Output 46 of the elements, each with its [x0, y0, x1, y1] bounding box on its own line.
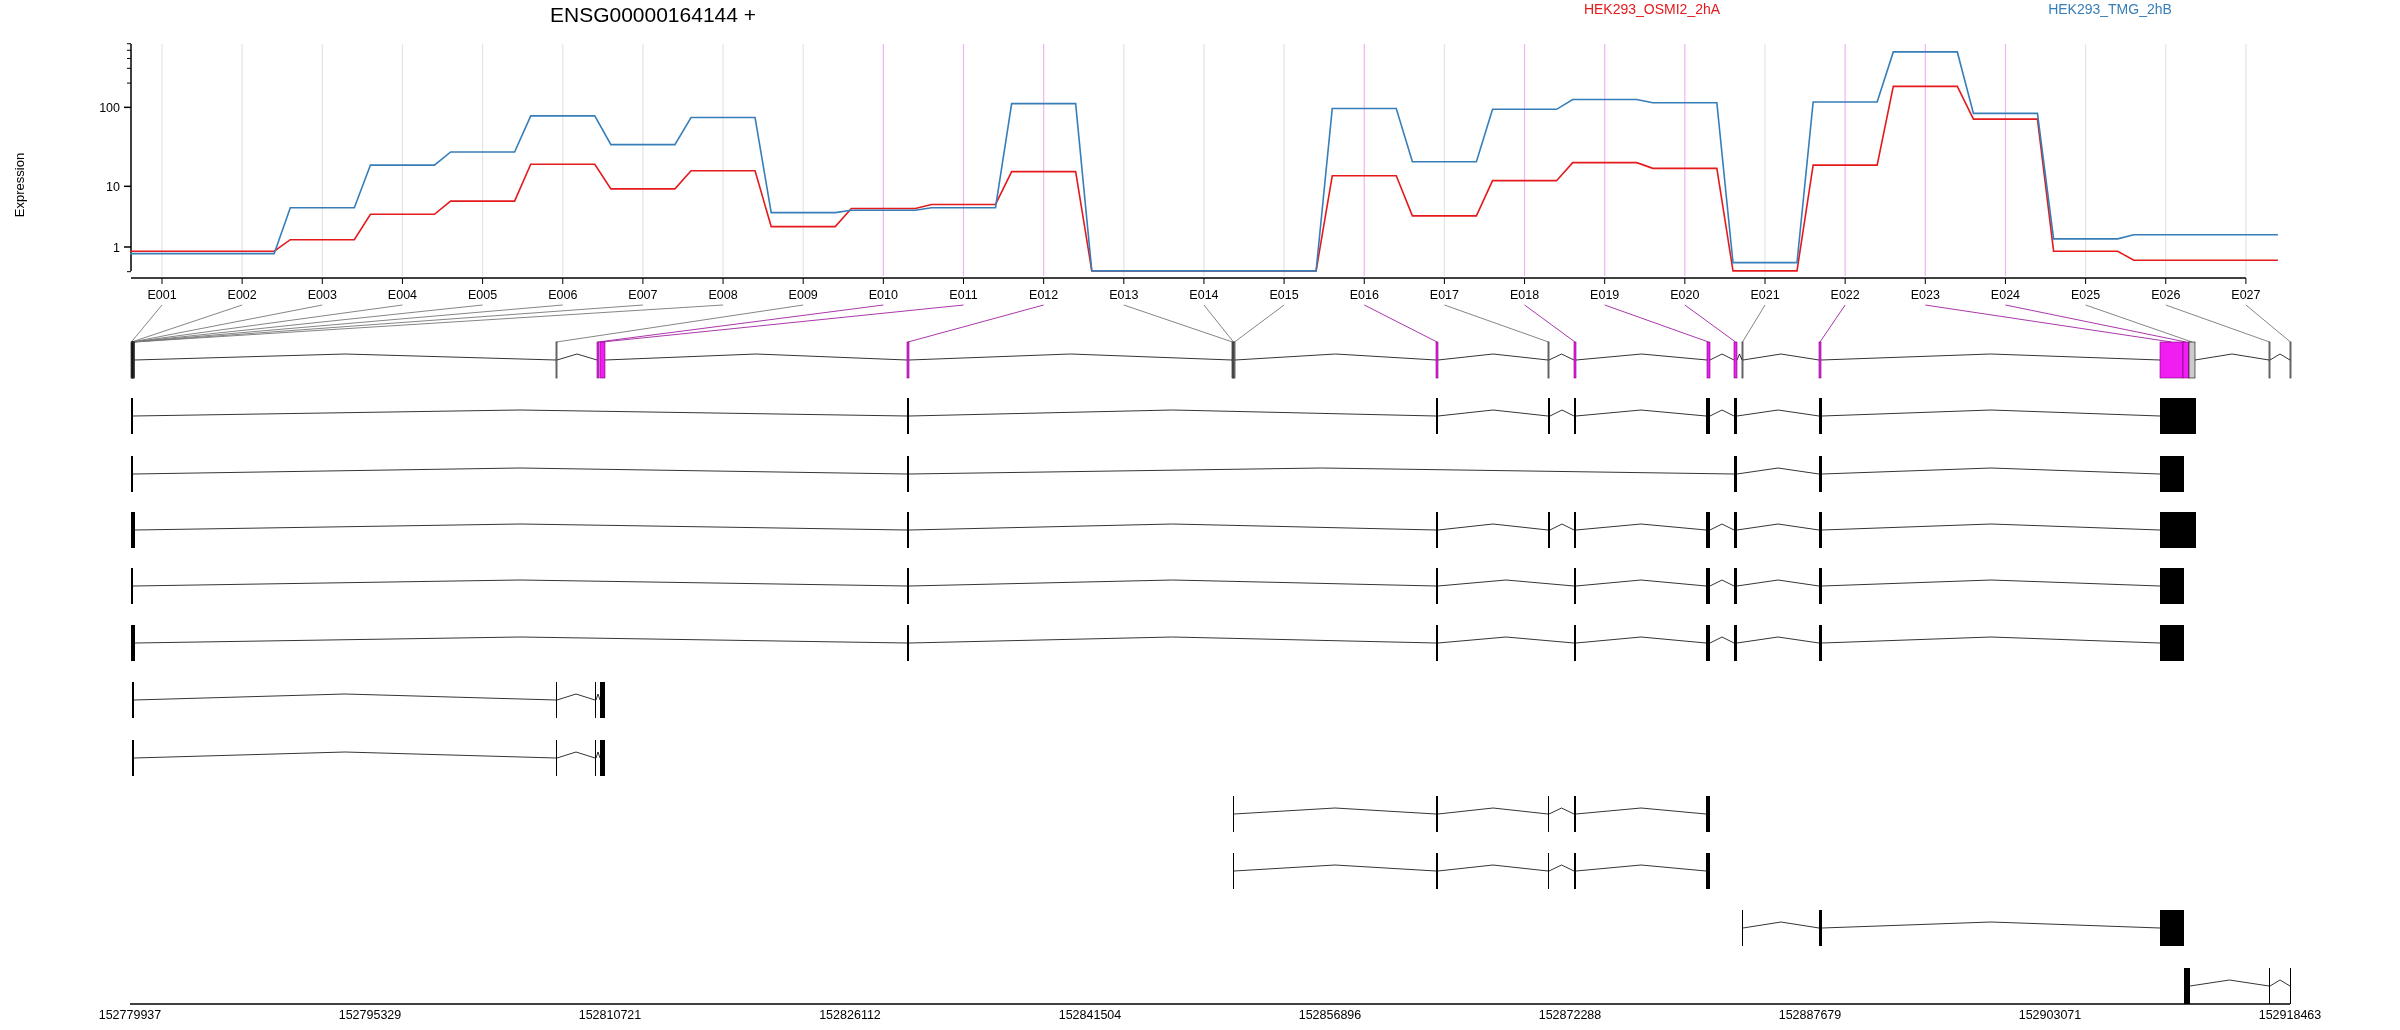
exon-label: E024 [1990, 288, 2021, 302]
axis-tick-label: 152887679 [1778, 1008, 1842, 1022]
exon-label: E008 [708, 288, 738, 302]
exon-label: E007 [628, 288, 658, 302]
axis-tick-label: 152856896 [1298, 1008, 1362, 1022]
chart-title: ENSG00000164144 + [549, 3, 757, 26]
axis-tick-label: 152810721 [578, 1008, 642, 1022]
exon-label: E021 [1750, 288, 1780, 302]
exon-label: E010 [868, 288, 898, 302]
axis-tick-label: 152841504 [1058, 1008, 1122, 1022]
axis-tick-label: 152918463 [2258, 1008, 2322, 1022]
exon-label: E025 [2071, 288, 2101, 302]
exon-label: E018 [1509, 288, 1540, 302]
exon-label: E017 [1429, 288, 1459, 302]
leader-line [1819, 304, 1846, 343]
axis-tick-label: 152826112 [819, 1008, 881, 1022]
exon-label: E019 [1590, 288, 1620, 302]
y-axis-label: Expression [12, 152, 27, 218]
legend-label: HEK293_TMG_2hB [2048, 1, 2172, 17]
exon-label: E005 [468, 288, 498, 302]
legend-label: HEK293_OSMI2_2hA [1583, 1, 1721, 17]
axis-tick-label: 152795329 [338, 1008, 402, 1022]
exon-label: E015 [1269, 288, 1299, 302]
exon-label: E026 [2151, 288, 2181, 302]
exon-label: E006 [548, 288, 578, 302]
exon-label: E009 [788, 288, 818, 302]
exon-label: E011 [949, 288, 978, 302]
axis-tick-label: 100 [99, 100, 120, 115]
exon-label: E027 [2231, 288, 2261, 302]
exon-label: E002 [227, 288, 257, 302]
axis-tick-label: 1 [113, 240, 120, 255]
exon-label: E003 [307, 288, 337, 302]
exon-label: E001 [147, 288, 177, 302]
axis-tick-label: 152872288 [1538, 1008, 1602, 1022]
exon-label: E020 [1670, 288, 1700, 302]
exon-label: E014 [1189, 288, 1219, 302]
axis-tick-label: 10 [106, 179, 120, 194]
exon-label: E013 [1109, 288, 1139, 302]
leader-line [1742, 304, 1766, 343]
exon-label: E022 [1830, 288, 1860, 302]
exon-label: E012 [1029, 288, 1059, 302]
axis-tick-label: 152903071 [2018, 1008, 2082, 1022]
exon-label: E004 [387, 288, 418, 302]
exon-label: E016 [1349, 288, 1379, 302]
axis-tick-label: 152779937 [98, 1008, 162, 1022]
exon-label: E023 [1910, 288, 1940, 302]
